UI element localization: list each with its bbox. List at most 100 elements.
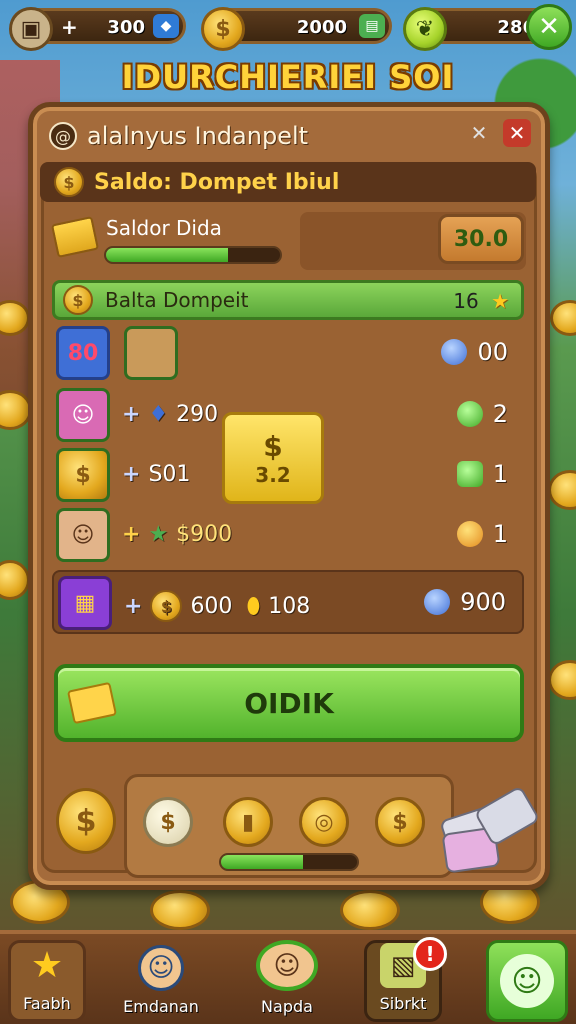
wallet-balance-bar[interactable]: $ Balta Dompeit 16 ★: [52, 280, 524, 320]
balance-progress-fill: [106, 248, 228, 262]
resource-bar: ▣ + 300 ◆ $ 2000 ▤ ❦ 286 ✕: [6, 4, 572, 51]
row-mid: + ★ $900: [122, 522, 232, 547]
badge-icon: 80: [56, 326, 110, 380]
coin-decoration: [150, 890, 210, 930]
bottom-navigation: ★ Faabh ☺ Emdanan ☺ Napda ▧ Sibrkt ! ☺: [0, 930, 576, 1024]
row-mid: + ♦ 290: [122, 402, 218, 427]
resource-box-counter[interactable]: ▣ + 300 ◆: [9, 7, 186, 51]
row-mid-value: 600: [190, 593, 233, 619]
nav-item-shop[interactable]: ▧ Sibrkt !: [364, 937, 447, 1022]
coin-icon: $: [201, 7, 245, 51]
row-end: 2: [456, 400, 508, 428]
list-item[interactable]: 80 00: [52, 324, 524, 382]
tray-progress-bar: [219, 853, 359, 871]
ticket-icon: [66, 681, 118, 725]
row-value: 2: [492, 400, 508, 428]
coin-icon: $: [63, 285, 93, 315]
chest-icon[interactable]: ▤: [359, 14, 385, 38]
list-item[interactable]: ☺ + ★ $900 1: [52, 506, 524, 564]
coin-decoration: [548, 470, 576, 510]
star-icon: ★: [30, 945, 64, 986]
plus-icon: +: [122, 462, 141, 487]
plus-icon[interactable]: +: [61, 15, 78, 39]
gem-add-icon[interactable]: ◆: [153, 14, 179, 38]
nav-label: Faabh: [23, 994, 71, 1013]
character-avatar-icon: ☺: [56, 508, 110, 562]
close-icon[interactable]: ✕: [526, 4, 572, 50]
plus-icon: +: [124, 593, 143, 619]
row-value: 00: [477, 338, 508, 366]
green-gem-icon: [456, 461, 483, 487]
list-item-highlighted[interactable]: ▦ + $ 600 ⬮ 108 900: [52, 570, 524, 634]
dollar-coin-icon[interactable]: $: [375, 797, 425, 847]
leaf-icon: ❦: [403, 7, 447, 51]
face-icon: ☺: [256, 940, 318, 991]
balance-value-badge[interactable]: 30.0: [438, 214, 524, 264]
claim-button[interactable]: OIDIK: [54, 664, 524, 742]
resource-box-value: 300: [107, 17, 145, 38]
row-mid: + $ 600 ⬮ 108: [124, 590, 310, 622]
row-mid-value: $900: [176, 522, 233, 547]
coin-decoration: [548, 660, 576, 700]
coin-icon: $: [54, 167, 84, 197]
star-icon: ★: [491, 289, 509, 313]
row-mid-value: 290: [176, 402, 219, 427]
reward-card-value: 3.2: [255, 462, 291, 487]
plus-icon: +: [122, 402, 141, 427]
panel-title: alalnyus Indanpelt: [87, 122, 309, 150]
nav-item-friends[interactable]: ☺ Napda: [248, 940, 326, 1022]
coin-decoration: [0, 560, 30, 600]
wallet-count: 16: [453, 289, 479, 313]
row-value: 1: [492, 460, 508, 488]
avatar-icon: ☺: [138, 945, 184, 991]
nav-label: Emdanan: [123, 997, 199, 1016]
row-end: 00: [441, 338, 508, 366]
blue-flame-icon: ♦: [148, 402, 169, 427]
close-button-red[interactable]: ✕: [503, 119, 531, 147]
smile-icon: ☺: [500, 954, 554, 1008]
notification-badge: !: [413, 937, 447, 971]
row-value: 900: [460, 588, 506, 616]
section-header: $ Saldo: Dompet Ibiul: [40, 162, 536, 202]
reward-card[interactable]: $ 3.2: [222, 412, 324, 504]
nav-item-favorites[interactable]: ★ Faabh: [8, 940, 86, 1022]
nav-item-profile[interactable]: ☺ Emdanan: [122, 940, 200, 1022]
game-title: IDURCHIERIEI SOI: [121, 58, 455, 96]
gold-heart-icon: [456, 521, 483, 547]
ticket-stack-icon: [439, 785, 541, 874]
gold-coin-icon[interactable]: ◎: [299, 797, 349, 847]
balance-label: Saldor Dida: [106, 216, 222, 240]
claim-button-label: OIDIK: [244, 686, 334, 720]
box-icon: ▣: [9, 7, 53, 51]
gold-block-icon[interactable]: ▮: [223, 797, 273, 847]
resource-coin-counter[interactable]: $ 2000 ▤: [201, 7, 392, 51]
wallet-count-wrap: 16 ★: [453, 289, 509, 313]
nav-label: Napda: [261, 997, 313, 1016]
row-mid-value-2: 108: [268, 593, 311, 619]
tray-progress-fill: [221, 855, 303, 869]
crate-icon: [124, 326, 178, 380]
wallet-label: Balta Dompeit: [105, 288, 249, 312]
close-button-grey[interactable]: ✕: [465, 119, 493, 147]
ticket-icon: [50, 216, 100, 258]
nav-label: Sibrkt: [379, 994, 427, 1013]
silver-coin-icon[interactable]: $: [143, 797, 193, 847]
plus-icon: +: [122, 522, 141, 547]
location-pin-icon: ⬮: [246, 593, 261, 619]
ticket-card-icon: ▦: [58, 576, 112, 630]
green-gem-icon: [456, 401, 483, 427]
panel-header: @ alalnyus Indanpelt: [49, 119, 308, 153]
character-avatar-icon: ☺: [56, 388, 110, 442]
nav-item-home[interactable]: ☺: [486, 940, 568, 1022]
coin-icon: $: [150, 590, 183, 622]
section-title: Saldo: Dompet Ibiul: [94, 169, 340, 195]
balance-progress-bar: [104, 246, 282, 264]
coin-stack-icon: $: [56, 448, 110, 502]
blue-gem-icon: [424, 589, 451, 615]
coin-icon: $: [56, 788, 116, 854]
coin-decoration: [550, 300, 576, 336]
balance-row: Saldor Dida 30.0: [50, 214, 524, 274]
dollar-icon: $: [263, 429, 283, 463]
coin-decoration: [340, 890, 400, 930]
row-end: 1: [456, 520, 508, 548]
